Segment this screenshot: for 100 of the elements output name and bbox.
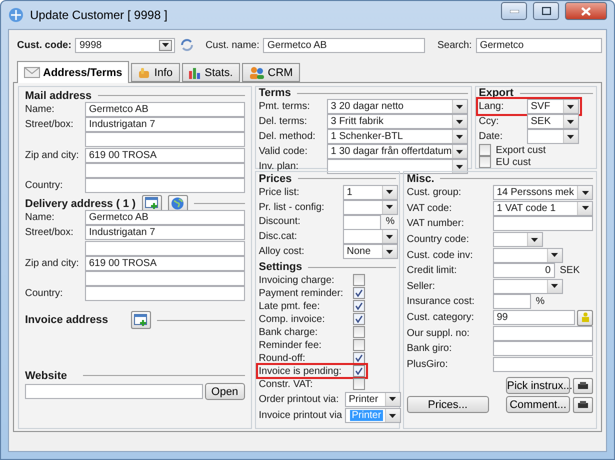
- dropdown[interactable]: [342, 229, 398, 244]
- dropdown[interactable]: None: [342, 244, 398, 260]
- text-field[interactable]: Germetco AB: [263, 38, 426, 52]
- comment-button[interactable]: Comment...: [506, 396, 570, 414]
- dropdown[interactable]: [342, 200, 398, 215]
- add-address-button[interactable]: [131, 311, 151, 330]
- caret-icon: [567, 120, 574, 124]
- text-field[interactable]: [492, 326, 593, 341]
- caret-icon: [551, 284, 558, 288]
- open-button[interactable]: Open: [204, 383, 245, 400]
- text-field[interactable]: [85, 286, 245, 302]
- field-label: Cust. category:: [406, 312, 475, 324]
- checkbox[interactable]: [352, 352, 365, 364]
- checkbox[interactable]: [352, 300, 365, 312]
- print-button[interactable]: [573, 396, 593, 413]
- pick-instructions-button[interactable]: Pick instrux...: [506, 377, 570, 394]
- text-field[interactable]: Industrigatan 7: [85, 225, 245, 240]
- dropdown[interactable]: Printer: [344, 392, 401, 407]
- checkbox[interactable]: [352, 326, 365, 338]
- dropdown[interactable]: 1: [342, 184, 398, 200]
- field-label: Del. method:: [258, 131, 316, 142]
- dropdown[interactable]: 3 20 dagar netto: [326, 99, 468, 114]
- website-field[interactable]: [25, 384, 203, 400]
- checkbox[interactable]: [478, 156, 491, 168]
- field-label: Insurance cost:: [406, 296, 476, 308]
- hand-icon: [138, 66, 152, 78]
- text-field[interactable]: [342, 214, 381, 230]
- dropdown[interactable]: 1 30 dagar från offertdatum: [326, 144, 468, 159]
- text-field[interactable]: [85, 132, 245, 148]
- prices-button[interactable]: Prices...: [406, 396, 489, 414]
- text-field[interactable]: Germetco AB: [85, 210, 245, 226]
- field-label: Credit limit:: [406, 265, 458, 276]
- refresh-icon[interactable]: [179, 38, 196, 52]
- printer-icon: [578, 382, 588, 390]
- checkbox[interactable]: [352, 378, 365, 390]
- window-title: Update Customer [ 9998 ]: [30, 8, 168, 22]
- field-label: Constr. VAT:: [258, 378, 314, 390]
- checkbox[interactable]: [352, 339, 365, 352]
- section-title: Website: [25, 370, 68, 382]
- text-field[interactable]: [85, 240, 245, 256]
- dropdown[interactable]: 1 VAT code 1: [492, 200, 593, 216]
- tab[interactable]: Info: [131, 63, 180, 82]
- text-field[interactable]: 619 00 TROSA: [85, 256, 245, 271]
- dropdown[interactable]: [492, 232, 543, 248]
- checkbox-label: EU cust: [496, 156, 531, 168]
- text-field[interactable]: 99: [492, 310, 575, 326]
- text-field[interactable]: [492, 356, 593, 372]
- dropdown[interactable]: SEK: [526, 114, 579, 129]
- dropdown[interactable]: 1 Schenker-BTL: [326, 129, 468, 144]
- field-label: Cust. group:: [406, 187, 462, 198]
- caret-icon: [386, 234, 394, 239]
- tab[interactable]: CRM: [242, 63, 300, 82]
- dropdown[interactable]: [526, 129, 579, 144]
- field-label: Pmt. terms:: [258, 101, 311, 112]
- caret-icon: [389, 414, 396, 418]
- minimize-button[interactable]: [501, 2, 527, 20]
- text-field[interactable]: [85, 270, 245, 286]
- checkbox[interactable]: [352, 274, 365, 286]
- lookup-button[interactable]: [577, 310, 593, 326]
- field-label: Seller:: [406, 280, 436, 292]
- field-label: VAT code:: [406, 202, 453, 214]
- text-field[interactable]: [492, 341, 593, 356]
- dropdown[interactable]: [326, 159, 468, 174]
- dropdown[interactable]: 9998: [75, 38, 176, 52]
- section-title: Mail address: [25, 90, 92, 102]
- tab[interactable]: Address/Terms: [17, 61, 130, 83]
- field-label: Cust. code:: [17, 40, 72, 50]
- checkbox-label: Export cust: [496, 144, 546, 156]
- text-field[interactable]: Germetco AB: [85, 102, 245, 118]
- maximize-button[interactable]: [533, 2, 559, 20]
- text-field[interactable]: Industrigatan 7: [85, 117, 245, 132]
- app-icon: [8, 7, 24, 23]
- field-label: Name:: [25, 212, 56, 224]
- checkbox[interactable]: [352, 365, 365, 378]
- dropdown[interactable]: 14 Perssons mek: [492, 185, 593, 200]
- text-field[interactable]: [492, 216, 593, 232]
- caret-icon: [582, 190, 588, 195]
- search-field[interactable]: Germetco: [476, 38, 602, 52]
- text-field[interactable]: 619 00 TROSA: [85, 148, 245, 163]
- tab[interactable]: Stats.: [182, 63, 240, 82]
- text-field[interactable]: 0: [492, 263, 555, 278]
- field-label: Round-off:: [258, 352, 306, 364]
- close-button[interactable]: [565, 2, 607, 20]
- print-button[interactable]: [573, 378, 593, 394]
- text-field[interactable]: [492, 294, 531, 310]
- field-label: Alloy cost:: [258, 246, 306, 258]
- checkbox[interactable]: [352, 287, 365, 300]
- checkbox[interactable]: [352, 313, 365, 326]
- section-title: Export: [478, 87, 514, 99]
- dropdown[interactable]: [492, 248, 563, 263]
- checkbox[interactable]: [478, 144, 491, 156]
- printer-icon: [578, 400, 588, 409]
- dropdown[interactable]: SVF: [526, 99, 579, 114]
- section-title: Delivery address ( 1 ): [25, 198, 136, 210]
- dropdown[interactable]: 3 Fritt fabrik: [326, 114, 468, 129]
- text-field[interactable]: [85, 162, 245, 178]
- person-icon: [580, 312, 590, 324]
- dropdown[interactable]: [492, 278, 563, 294]
- field-label: Cust. name:: [205, 40, 260, 50]
- text-field[interactable]: [85, 178, 245, 194]
